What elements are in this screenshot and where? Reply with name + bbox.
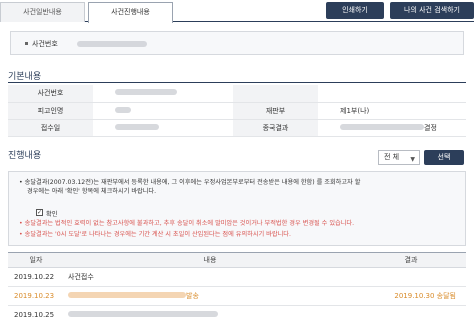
progress-section-title: 진행내용 [8,151,42,161]
row-result [356,305,466,323]
column-header-result: 결과 [356,252,466,268]
row-value: 결정 [318,119,466,137]
select-button[interactable]: 선택 [424,150,464,165]
row-content-suffix: 발송 [186,292,199,300]
case-number-box: 사건번호 [10,31,464,55]
row-result: 2019.10.30 송달됨 [356,286,466,306]
section-divider [8,82,466,83]
notice-line: 경우에는 아래 '확인' 항목에 체크하시기 바랍니다. [27,188,157,195]
row-content: 발송 [64,286,356,306]
table-row: 2019.10.22 사건접수 [8,267,466,287]
column-header-date: 일자 [8,252,64,268]
confirm-checkbox-label: 확인 [46,211,58,218]
column-header-content: 내용 [64,252,356,268]
tab-case-progress[interactable]: 사건진행내용 [88,2,173,23]
table-row: 피고인명 재판부 제1부(나) [8,102,466,120]
confirm-checkbox[interactable]: ✓ [36,209,43,216]
row-label: 접수일 [8,119,93,137]
chevron-down-icon: ▼ [410,156,415,163]
row-content: 사건접수 [64,267,356,287]
basic-section-title: 기본내용 [8,72,42,82]
basic-info-table: 사건번호 피고인명 재판부 제1부(나) 접수일 종국결과 결정 [8,85,466,137]
top-bar: 사건일반내용 사건진행내용 인쇄하기 나의 사건 검색하기 [0,0,474,23]
row-label: 종국결과 [233,119,318,137]
table-row: 2019.10.23 발송 2019.10.30 송달됨 [8,286,466,306]
row-label: 사건번호 [8,85,93,103]
empty-value [318,85,466,103]
row-value-redacted [93,85,233,103]
case-number-value-redacted [77,41,147,47]
notice-box: • 송달결과(2007.03.12전)는 재판부에서 등록한 내용에, 그 이후… [8,171,466,246]
empty-label [233,85,318,103]
row-label: 피고인명 [8,102,93,120]
row-value-redacted [93,119,233,137]
table-row: 접수일 종국결과 결정 [8,119,466,137]
bullet-icon [25,42,28,45]
case-number-label: 사건번호 [32,40,58,48]
notice-line: • 송달결과(2007.03.12전)는 재판부에서 등록한 내용에, 그 이후… [19,179,361,186]
table-row: 2019.10.25 [8,305,466,323]
filter-select[interactable]: 전 체 ▼ [378,150,420,165]
row-value-redacted [93,102,233,120]
row-value: 제1부(나) [318,102,466,120]
filter-select-value: 전 체 [384,153,400,161]
tab-case-general[interactable]: 사건일반내용 [0,2,85,22]
row-label: 재판부 [233,102,318,120]
row-result [356,267,466,287]
table-header-row: 일자 내용 결과 [8,252,466,268]
notice-warning-line: • 송달결과는 '0시 도달'로 나타나는 경우에는 기간 계산 시 초일이 산… [19,231,291,238]
row-date: 2019.10.25 [8,305,64,323]
table-row: 사건번호 [8,85,466,103]
my-case-search-button[interactable]: 나의 사건 검색하기 [390,2,474,19]
row-date: 2019.10.22 [8,267,64,287]
result-suffix: 결정 [424,123,437,132]
notice-warning-line: • 송달결과는 법적인 효력이 없는 참고사항에 불과하고, 추후 송달이 취소… [19,220,355,227]
print-button[interactable]: 인쇄하기 [326,2,384,19]
progress-table: 일자 내용 결과 2019.10.22 사건접수 2019.10.23 발송 2… [8,252,466,323]
row-date: 2019.10.23 [8,286,64,306]
row-content-redacted [64,305,356,323]
